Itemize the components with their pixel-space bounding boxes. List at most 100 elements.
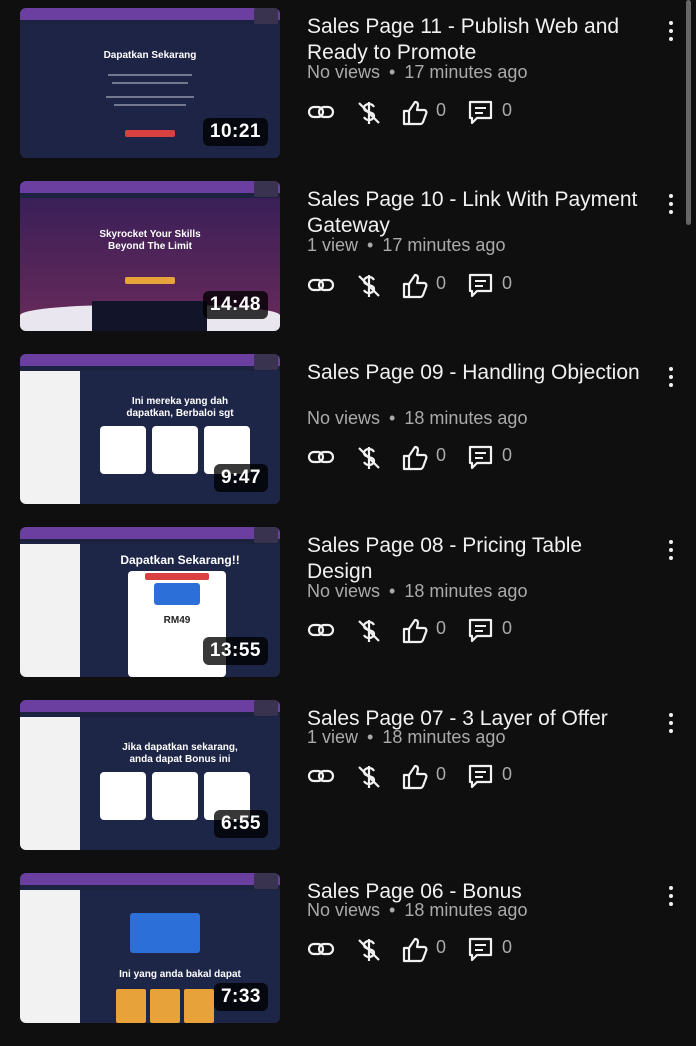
like-icon[interactable] <box>401 444 429 472</box>
thumbnail-heading: Dapatkan Sekarang!! <box>120 553 240 567</box>
upload-age: 18 minutes ago <box>404 581 528 601</box>
comment-count: 0 <box>502 937 513 957</box>
video-row[interactable]: Ini mereka yang dah dapatkan, Berbaloi s… <box>0 354 696 527</box>
video-row[interactable]: Skyrocket Your Skills Beyond The Limit 1… <box>0 181 696 354</box>
no-monetization-icon[interactable] <box>355 617 383 645</box>
video-row[interactable]: Ini yang anda bakal dapat 7:33 Sales Pag… <box>0 873 696 1046</box>
comment-count: 0 <box>502 618 513 638</box>
video-actions: 0 0 <box>307 269 537 301</box>
view-count: 1 view <box>307 727 359 747</box>
upload-age: 17 minutes ago <box>404 62 528 82</box>
more-vert-icon[interactable] <box>663 364 679 390</box>
no-monetization-icon[interactable] <box>355 444 383 472</box>
meta-separator: • <box>389 408 396 428</box>
like-icon[interactable] <box>401 272 429 300</box>
link-icon[interactable] <box>307 763 337 789</box>
video-meta: 1 view • 18 minutes ago <box>307 727 505 748</box>
video-actions: 0 0 <box>307 760 537 792</box>
video-meta: No views • 18 minutes ago <box>307 408 527 429</box>
video-actions: 0 0 <box>307 933 537 965</box>
link-icon[interactable] <box>307 99 337 125</box>
comment-count: 0 <box>502 764 513 784</box>
video-thumbnail[interactable]: Jika dapatkan sekarang, anda dapat Bonus… <box>20 700 280 850</box>
video-title[interactable]: Sales Page 10 - Link With Payment Gatewa… <box>307 187 652 239</box>
no-monetization-icon[interactable] <box>355 99 383 127</box>
video-meta: 1 view • 17 minutes ago <box>307 235 505 256</box>
view-count: No views <box>307 581 381 601</box>
video-meta: No views • 18 minutes ago <box>307 900 527 921</box>
like-count: 0 <box>436 273 447 293</box>
video-duration: 9:47 <box>213 464 268 492</box>
video-thumbnail[interactable]: Ini yang anda bakal dapat 7:33 <box>20 873 280 1023</box>
like-count: 0 <box>436 764 447 784</box>
comments-icon[interactable] <box>467 617 495 645</box>
video-thumbnail[interactable]: Ini mereka yang dah dapatkan, Berbaloi s… <box>20 354 280 504</box>
more-vert-icon[interactable] <box>663 710 679 736</box>
thumbnail-heading: Ini mereka yang dah dapatkan, Berbaloi s… <box>126 396 234 419</box>
like-icon[interactable] <box>401 763 429 791</box>
thumbnail-heading: Jika dapatkan sekarang, anda dapat Bonus… <box>122 742 238 765</box>
link-icon[interactable] <box>307 444 337 470</box>
like-icon[interactable] <box>401 617 429 645</box>
video-thumbnail[interactable]: Dapatkan Sekarang!! RM49 13:55 <box>20 527 280 677</box>
more-vert-icon[interactable] <box>663 883 679 909</box>
like-count: 0 <box>436 100 447 120</box>
view-count: No views <box>307 408 381 428</box>
comments-icon[interactable] <box>467 936 495 964</box>
video-meta: No views • 18 minutes ago <box>307 581 527 602</box>
upload-age: 18 minutes ago <box>404 408 528 428</box>
scrollbar[interactable] <box>686 0 691 225</box>
video-duration: 14:48 <box>202 291 268 319</box>
comments-icon[interactable] <box>467 99 495 127</box>
video-actions: 0 0 <box>307 96 537 128</box>
meta-separator: • <box>389 900 396 920</box>
thumbnail-heading: Ini yang anda bakal dapat <box>119 969 241 980</box>
comment-count: 0 <box>502 100 513 120</box>
like-count: 0 <box>436 445 447 465</box>
comment-count: 0 <box>502 445 513 465</box>
video-duration: 7:33 <box>213 983 268 1011</box>
video-duration: 6:55 <box>213 810 268 838</box>
link-icon[interactable] <box>307 936 337 962</box>
video-row[interactable]: Dapatkan Sekarang 10:21 Sales Page 11 - … <box>0 8 696 181</box>
video-title[interactable]: Sales Page 09 - Handling Objection <box>307 360 652 386</box>
link-icon[interactable] <box>307 617 337 643</box>
more-vert-icon[interactable] <box>663 537 679 563</box>
like-icon[interactable] <box>401 936 429 964</box>
video-actions: 0 0 <box>307 614 537 646</box>
upload-age: 18 minutes ago <box>404 900 528 920</box>
video-actions: 0 0 <box>307 441 537 473</box>
meta-separator: • <box>389 581 396 601</box>
video-duration: 10:21 <box>202 118 268 146</box>
meta-separator: • <box>389 62 396 82</box>
video-thumbnail[interactable]: Dapatkan Sekarang 10:21 <box>20 8 280 158</box>
more-vert-icon[interactable] <box>663 191 679 217</box>
video-title[interactable]: Sales Page 08 - Pricing Table Design <box>307 533 652 585</box>
comments-icon[interactable] <box>467 763 495 791</box>
thumbnail-price: RM49 <box>163 615 191 626</box>
video-title[interactable]: Sales Page 11 - Publish Web and Ready to… <box>307 14 652 66</box>
thumbnail-heading: Skyrocket Your Skills Beyond The Limit <box>99 229 201 252</box>
video-thumbnail[interactable]: Skyrocket Your Skills Beyond The Limit 1… <box>20 181 280 331</box>
like-count: 0 <box>436 937 447 957</box>
like-count: 0 <box>436 618 447 638</box>
no-monetization-icon[interactable] <box>355 936 383 964</box>
comments-icon[interactable] <box>467 444 495 472</box>
no-monetization-icon[interactable] <box>355 763 383 791</box>
no-monetization-icon[interactable] <box>355 272 383 300</box>
meta-separator: • <box>367 727 374 747</box>
comments-icon[interactable] <box>467 272 495 300</box>
meta-separator: • <box>367 235 374 255</box>
view-count: No views <box>307 900 381 920</box>
link-icon[interactable] <box>307 272 337 298</box>
video-row[interactable]: Dapatkan Sekarang!! RM49 13:55 Sales Pag… <box>0 527 696 700</box>
like-icon[interactable] <box>401 99 429 127</box>
more-vert-icon[interactable] <box>663 18 679 44</box>
comment-count: 0 <box>502 273 513 293</box>
view-count: No views <box>307 62 381 82</box>
video-meta: No views • 17 minutes ago <box>307 62 527 83</box>
video-duration: 13:55 <box>202 637 268 665</box>
thumbnail-heading: Dapatkan Sekarang <box>103 50 197 61</box>
upload-age: 18 minutes ago <box>382 727 506 747</box>
video-row[interactable]: Jika dapatkan sekarang, anda dapat Bonus… <box>0 700 696 873</box>
